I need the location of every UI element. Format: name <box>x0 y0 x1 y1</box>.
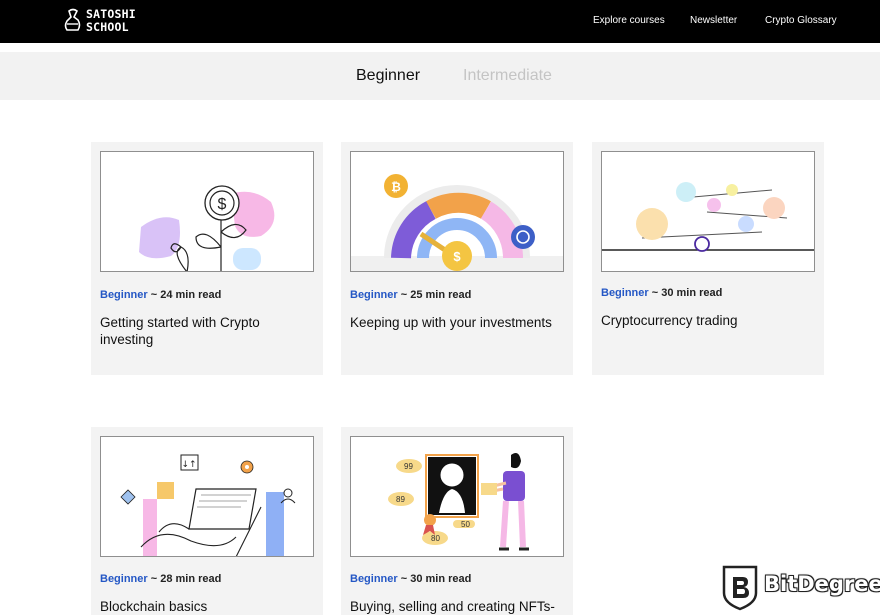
course-thumbnail: $ <box>100 151 314 272</box>
crypto-gauge-icon: $ ₿ <box>351 174 563 271</box>
logo-text: SATOSHI SCHOOL <box>86 8 136 33</box>
course-thumbnail: 99 89 80 50 <box>350 436 564 557</box>
course-card[interactable]: $ ₿ Beginner ~ 25 min read Keeping up wi… <box>341 142 573 375</box>
course-card[interactable]: 99 89 80 50 Beginner ~ 30 min read Buyin… <box>341 427 573 615</box>
read-time: ~ 28 min read <box>150 573 222 585</box>
top-nav-bar: SATOSHI SCHOOL Explore courses Newslette… <box>0 0 880 43</box>
bitdegree-shield-icon <box>722 565 758 611</box>
svg-text:$: $ <box>218 196 227 213</box>
read-time: ~ 25 min read <box>400 289 472 301</box>
nav-explore-courses[interactable]: Explore courses <box>593 15 665 26</box>
level-label[interactable]: Beginner <box>350 289 398 301</box>
course-card[interactable]: ↓↑ Beginner ~ 28 min read Blockchain bas… <box>91 427 323 615</box>
satoshi-school-logo[interactable]: SATOSHI SCHOOL <box>64 7 136 35</box>
dollar-plant-icon: $ <box>139 185 275 271</box>
eth-price-label: 80 <box>431 534 440 543</box>
course-card[interactable]: $ Beginner ~ 24 min read Getting started… <box>91 142 323 375</box>
course-thumbnail <box>601 151 815 272</box>
card-title[interactable]: Blockchain basics <box>100 598 305 615</box>
svg-text:$: $ <box>453 249 461 264</box>
logo-line-2: SCHOOL <box>86 19 129 34</box>
card-meta: Beginner ~ 30 min read <box>350 573 471 585</box>
eth-price-label: 50 <box>461 520 470 529</box>
card-meta: Beginner ~ 28 min read <box>100 573 221 585</box>
nft-art-icon: 99 89 80 50 <box>388 453 529 551</box>
bitdegree-watermark: BitDegree <box>721 563 880 613</box>
card-meta: Beginner ~ 30 min read <box>601 287 722 299</box>
balancing-scales-icon <box>602 182 814 252</box>
card-title[interactable]: Getting started with Crypto investing <box>100 314 305 348</box>
svg-text:↓↑: ↓↑ <box>181 460 196 470</box>
read-time: ~ 30 min read <box>400 573 472 585</box>
svg-text:₿: ₿ <box>391 180 401 194</box>
level-label[interactable]: Beginner <box>100 573 148 585</box>
card-meta: Beginner ~ 24 min read <box>100 289 221 301</box>
level-label[interactable]: Beginner <box>100 289 148 301</box>
watermark-text: BitDegree <box>764 572 880 596</box>
level-tabs-bar: Beginner Intermediate <box>0 52 880 100</box>
shell-logo-icon <box>64 8 81 31</box>
blockchain-blocks-icon: ↓↑ <box>120 454 296 556</box>
nav-crypto-glossary[interactable]: Crypto Glossary <box>765 15 837 26</box>
eth-price-label: 89 <box>396 495 405 504</box>
logo-line-1: SATOSHI <box>86 7 136 21</box>
level-label[interactable]: Beginner <box>350 573 398 585</box>
card-title[interactable]: Cryptocurrency trading <box>601 312 806 329</box>
read-time: ~ 30 min read <box>651 287 723 299</box>
card-meta: Beginner ~ 25 min read <box>350 289 471 301</box>
nav-newsletter[interactable]: Newsletter <box>690 15 737 26</box>
read-time: ~ 24 min read <box>150 289 222 301</box>
card-title[interactable]: Buying, selling and creating NFTs- <box>350 598 555 615</box>
card-title[interactable]: Keeping up with your investments <box>350 314 555 331</box>
level-label[interactable]: Beginner <box>601 287 649 299</box>
tab-beginner[interactable]: Beginner <box>356 67 420 85</box>
course-thumbnail: ↓↑ <box>100 436 314 557</box>
course-card[interactable]: Beginner ~ 30 min read Cryptocurrency tr… <box>592 142 824 375</box>
tab-intermediate[interactable]: Intermediate <box>463 67 552 85</box>
eth-price-label: 99 <box>404 462 413 471</box>
course-thumbnail: $ ₿ <box>350 151 564 272</box>
